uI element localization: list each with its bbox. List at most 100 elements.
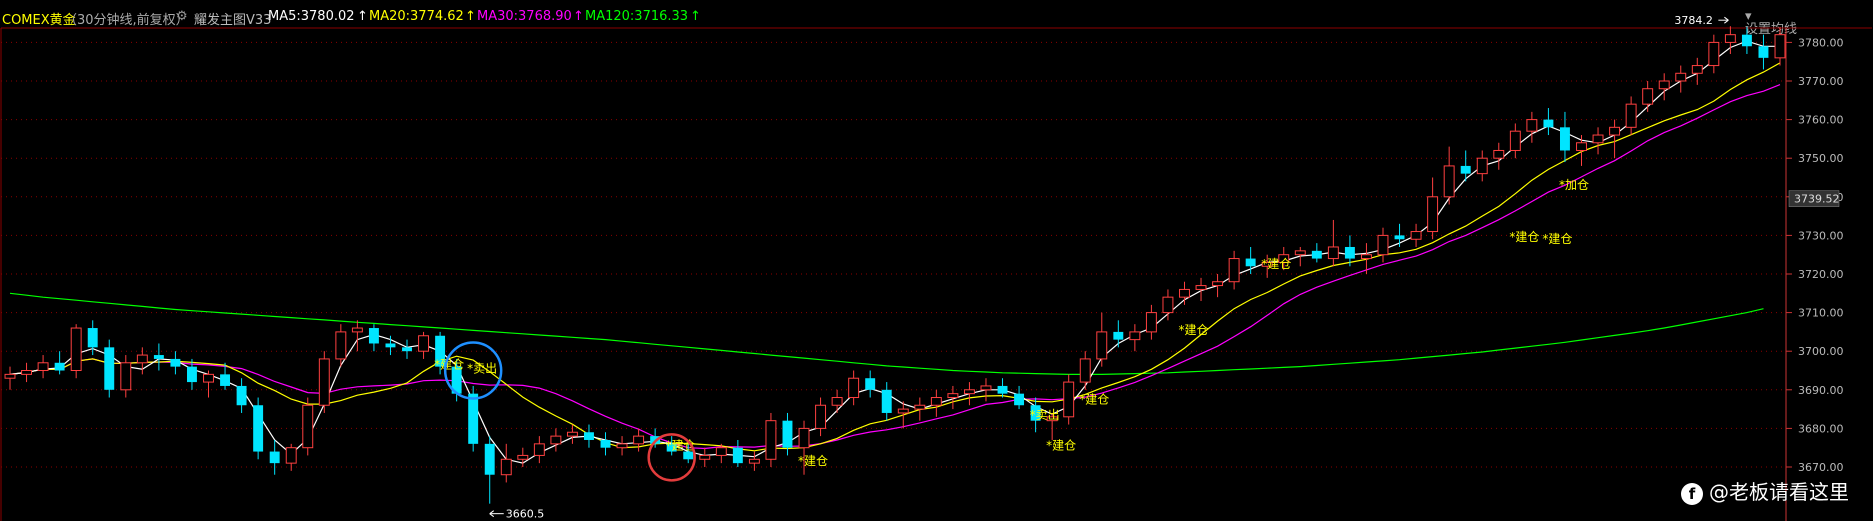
candle (980, 378, 992, 402)
low-price-label: 3660.5 (506, 508, 544, 521)
candle-body (37, 362, 49, 371)
candle-body (1228, 258, 1240, 283)
candle (318, 351, 330, 413)
candle (765, 412, 777, 467)
candle (732, 439, 743, 467)
candle-body (87, 328, 98, 348)
candle-body (1311, 250, 1322, 259)
candle-body (335, 331, 347, 360)
candle (1609, 119, 1621, 159)
candle-body (4, 373, 16, 379)
candle-body (566, 431, 578, 437)
candle-body (517, 454, 529, 460)
trade-signal-label: *卖出 (1030, 408, 1060, 422)
ma120-line (9, 292, 1764, 375)
candle (865, 370, 876, 398)
candle (269, 439, 280, 475)
y-tick-label: 3720.00 (1798, 268, 1844, 281)
candlestick-chart[interactable]: *建仓 *卖出*建仓*建仓*卖出*建仓*建仓*建仓*建仓*建仓 *建仓*加仓3784… (0, 0, 1873, 521)
ma5-line (9, 40, 1780, 464)
candle (1592, 127, 1604, 155)
candle-body (484, 443, 495, 475)
candle-body (732, 447, 743, 464)
candle-body (1079, 358, 1091, 383)
candle-body (1327, 246, 1339, 260)
candle (170, 351, 181, 375)
candle (468, 385, 479, 452)
trade-signal-label: *建仓 (1261, 257, 1291, 271)
y-tick-label: 3690.00 (1798, 384, 1844, 397)
candle (1476, 150, 1488, 182)
candle (4, 366, 16, 390)
candle (418, 331, 430, 359)
candle-body (533, 443, 545, 456)
candle (616, 436, 628, 456)
trade-signal-label: *卖出 (467, 361, 497, 375)
candle (351, 320, 363, 352)
candle (37, 355, 49, 379)
candle (136, 347, 148, 375)
candle-body (550, 435, 562, 445)
candle-body (1427, 196, 1439, 233)
candle-body (1592, 134, 1604, 144)
candle-body (1625, 103, 1637, 128)
candle (1410, 223, 1422, 247)
candle (1311, 243, 1322, 263)
y-tick-label: 3670.00 (1798, 461, 1844, 474)
candle-body (1741, 34, 1752, 47)
candle (848, 370, 860, 406)
candle-body (1691, 65, 1703, 74)
y-tick-label: 3760.00 (1798, 114, 1844, 127)
trade-signal-label: *加仓 (1559, 178, 1589, 192)
y-tick-label: 3680.00 (1798, 422, 1844, 435)
candle-body (1609, 126, 1621, 136)
candle-body (170, 358, 181, 367)
candle (402, 339, 412, 359)
candle-body (633, 435, 645, 445)
candle-body (220, 374, 231, 386)
candle-body (203, 373, 214, 383)
candle-body (1145, 312, 1157, 333)
candle (782, 412, 793, 456)
y-tick-label: 3770.00 (1798, 75, 1844, 88)
high-price-label: 3784.2 (1674, 14, 1713, 27)
candle-body (1543, 119, 1554, 128)
candle (302, 397, 314, 456)
trade-signal-label: *建仓 (434, 358, 464, 372)
candle-body (914, 404, 926, 410)
candle-body (500, 458, 512, 476)
candle (236, 378, 247, 413)
candle-body (285, 447, 297, 464)
candle (1327, 219, 1339, 267)
candle-body (1113, 331, 1124, 340)
y-tick-label: 3710.00 (1798, 307, 1844, 320)
candle (600, 432, 611, 456)
candle-body (70, 327, 82, 372)
candle-body (683, 451, 694, 460)
candle (930, 389, 942, 417)
candle (153, 343, 164, 371)
candle (1162, 289, 1174, 321)
candle-body (930, 397, 942, 406)
candle (815, 397, 827, 437)
candle (1774, 26, 1786, 66)
candle-body (253, 405, 264, 452)
facebook-icon: f (1681, 482, 1703, 505)
candle-body (54, 362, 65, 371)
candle-body (1642, 88, 1654, 105)
candle-body (600, 439, 611, 448)
candle-body (765, 420, 777, 460)
candle-body (236, 385, 247, 406)
candle (21, 362, 33, 383)
candle (1443, 146, 1455, 205)
candle-body (104, 347, 115, 390)
candle (1212, 274, 1224, 298)
candle-body (136, 354, 148, 364)
candle-body (1245, 258, 1256, 267)
candle (1658, 73, 1670, 101)
candle-body (1658, 80, 1670, 90)
candle (1063, 374, 1075, 425)
candle-body (881, 389, 892, 413)
candle (881, 382, 892, 421)
candle (54, 351, 65, 375)
